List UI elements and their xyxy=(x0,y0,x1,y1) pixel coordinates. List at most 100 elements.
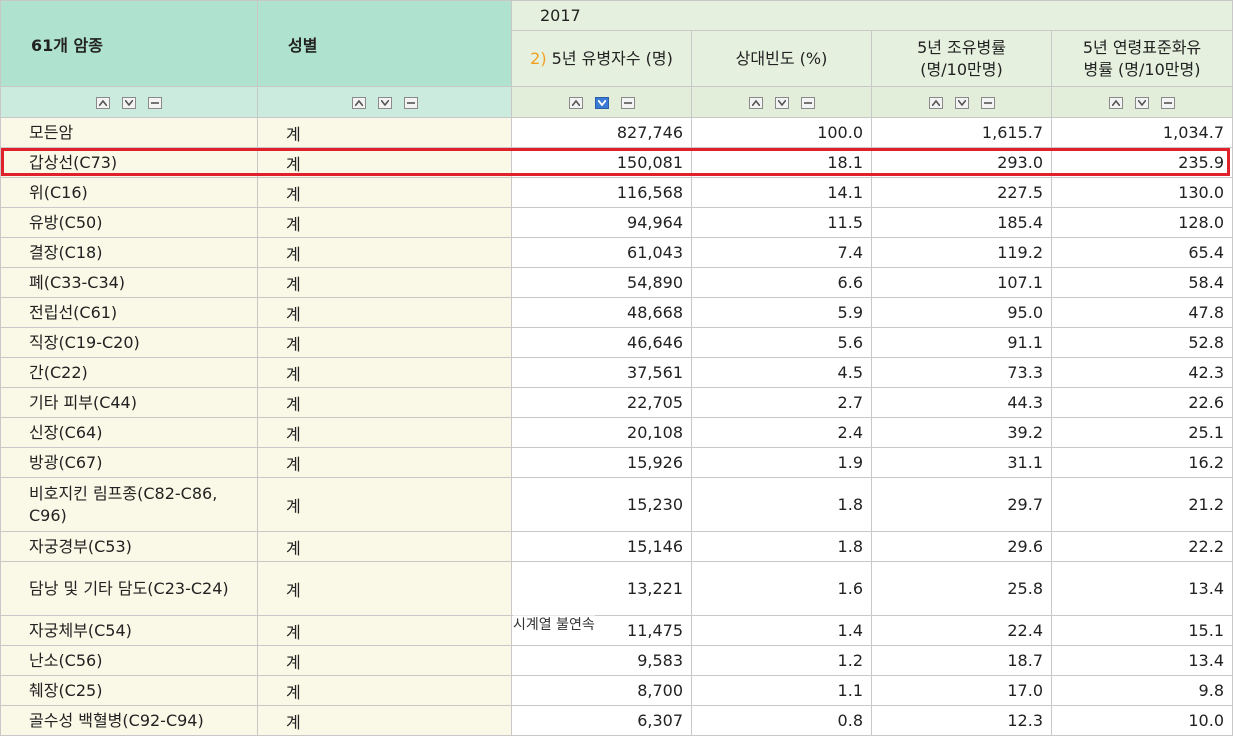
table-row[interactable]: 방광(C67) 계 15,926 1.9 31.1 16.2 xyxy=(0,447,1233,478)
cell-cancer: 전립선(C61) xyxy=(0,297,258,328)
cell-gender: 계 xyxy=(257,615,512,646)
table-row[interactable]: 담낭 및 기타 담도(C23-C24) 계 13,221 1.6 25.8 13.4 xyxy=(0,561,1233,616)
table-row[interactable]: 모든암 계 827,746 100.0 1,615.7 1,034.7 xyxy=(0,117,1233,148)
cell-relative: 1.8 xyxy=(691,477,872,532)
sort-up-icon[interactable] xyxy=(351,97,366,109)
cell-gender: 계 xyxy=(257,207,512,238)
table-row[interactable]: 자궁경부(C53) 계 15,146 1.8 29.6 22.2 xyxy=(0,531,1233,562)
sort-down-active-icon[interactable] xyxy=(594,97,609,109)
cell-gender: 계 xyxy=(257,705,512,736)
cell-gender: 계 xyxy=(257,387,512,418)
collapse-icon[interactable] xyxy=(620,97,635,109)
sort-controls-age-std xyxy=(1051,86,1233,118)
cell-gender: 계 xyxy=(257,645,512,676)
cell-gender: 계 xyxy=(257,417,512,448)
cell-prevalence: 22,705 xyxy=(511,387,692,418)
cell-cancer: 갑상선(C73) xyxy=(0,147,258,178)
cell-relative: 1.8 xyxy=(691,531,872,562)
cell-crude: 107.1 xyxy=(871,267,1052,298)
cell-relative: 100.0 xyxy=(691,117,872,148)
footnote-marker[interactable]: 2) xyxy=(530,49,546,68)
cell-crude: 227.5 xyxy=(871,177,1052,208)
cell-prevalence: 15,146 xyxy=(511,531,692,562)
table-row[interactable]: 골수성 백혈병(C92-C94) 계 6,307 0.8 12.3 10.0 xyxy=(0,705,1233,736)
cell-cancer: 방광(C67) xyxy=(0,447,258,478)
sort-down-icon[interactable] xyxy=(954,97,969,109)
table-row[interactable]: 갑상선(C73) 계 150,081 18.1 293.0 235.9 xyxy=(0,147,1233,178)
cell-relative: 11.5 xyxy=(691,207,872,238)
header-age-std[interactable]: 5년 연령표준화유 병률 (명/10만명) xyxy=(1051,30,1233,87)
cell-crude: 29.7 xyxy=(871,477,1052,532)
cell-gender: 계 xyxy=(257,147,512,178)
collapse-icon[interactable] xyxy=(403,97,418,109)
discontinuity-tooltip: 시계열 불연속 xyxy=(513,614,595,634)
cell-age-std: 47.8 xyxy=(1051,297,1233,328)
cell-prevalence: 61,043 xyxy=(511,237,692,268)
table-row[interactable]: 폐(C33-C34) 계 54,890 6.6 107.1 58.4 xyxy=(0,267,1233,298)
cell-cancer: 결장(C18) xyxy=(0,237,258,268)
cell-prevalence: 37,561 xyxy=(511,357,692,388)
cell-prevalence: 6,307 xyxy=(511,705,692,736)
cell-prevalence: 15,926 xyxy=(511,447,692,478)
table-row[interactable]: 비호지킨 림프종(C82-C86, C96) 계 15,230 1.8 29.7 21.2 xyxy=(0,477,1233,532)
cell-crude: 17.0 xyxy=(871,675,1052,706)
cell-cancer: 모든암 xyxy=(0,117,258,148)
cell-age-std: 235.9 xyxy=(1051,147,1233,178)
table-row[interactable]: 직장(C19-C20) 계 46,646 5.6 91.1 52.8 xyxy=(0,327,1233,358)
sort-up-icon[interactable] xyxy=(928,97,943,109)
header-gender[interactable]: 성별 xyxy=(257,0,512,87)
sort-up-icon[interactable] xyxy=(568,97,583,109)
cell-crude: 119.2 xyxy=(871,237,1052,268)
sort-down-icon[interactable] xyxy=(774,97,789,109)
table-row[interactable]: 기타 피부(C44) 계 22,705 2.7 44.3 22.6 xyxy=(0,387,1233,418)
header-crude[interactable]: 5년 조유병률 (명/10만명) xyxy=(871,30,1052,87)
table-row[interactable]: 신장(C64) 계 20,108 2.4 39.2 25.1 xyxy=(0,417,1233,448)
collapse-icon[interactable] xyxy=(1161,97,1175,109)
sort-down-icon[interactable] xyxy=(377,97,392,109)
cell-prevalence: 46,646 xyxy=(511,327,692,358)
cell-cancer: 자궁체부(C54) xyxy=(0,615,258,646)
header-cancer[interactable]: 61개 암종 xyxy=(0,0,258,87)
collapse-icon[interactable] xyxy=(148,97,162,109)
cell-cancer: 담낭 및 기타 담도(C23-C24) xyxy=(0,561,258,616)
cell-age-std: 42.3 xyxy=(1051,357,1233,388)
cell-crude: 31.1 xyxy=(871,447,1052,478)
cell-age-std: 58.4 xyxy=(1051,267,1233,298)
cell-age-std: 130.0 xyxy=(1051,177,1233,208)
cell-prevalence: 48,668 xyxy=(511,297,692,328)
header-prevalence[interactable]: 2) 5년 유병자수 (명) xyxy=(511,30,692,87)
cell-age-std: 15.1 xyxy=(1051,615,1233,646)
table-row[interactable]: 난소(C56) 계 9,583 1.2 18.7 13.4 xyxy=(0,645,1233,676)
cell-cancer: 난소(C56) xyxy=(0,645,258,676)
sort-up-icon[interactable] xyxy=(1109,97,1123,109)
header-relative[interactable]: 상대빈도 (%) xyxy=(691,30,872,87)
cell-prevalence: 9,583 xyxy=(511,645,692,676)
table-row[interactable]: 전립선(C61) 계 48,668 5.9 95.0 47.8 xyxy=(0,297,1233,328)
cell-age-std: 1,034.7 xyxy=(1051,117,1233,148)
cell-cancer: 직장(C19-C20) xyxy=(0,327,258,358)
sort-down-icon[interactable] xyxy=(1135,97,1149,109)
collapse-icon[interactable] xyxy=(980,97,995,109)
table-row[interactable]: 유방(C50) 계 94,964 11.5 185.4 128.0 xyxy=(0,207,1233,238)
sort-up-icon[interactable] xyxy=(748,97,763,109)
cell-age-std: 9.8 xyxy=(1051,675,1233,706)
table-row[interactable]: 간(C22) 계 37,561 4.5 73.3 42.3 xyxy=(0,357,1233,388)
prevalence-table: 61개 암종 성별 2017 2) 5년 유병자수 (명) 상대빈도 (%) 5… xyxy=(0,0,1233,736)
cell-relative: 1.9 xyxy=(691,447,872,478)
cell-relative: 5.9 xyxy=(691,297,872,328)
collapse-icon[interactable] xyxy=(800,97,815,109)
cell-prevalence: 827,746 xyxy=(511,117,692,148)
sort-down-icon[interactable] xyxy=(122,97,136,109)
table-row[interactable]: 결장(C18) 계 61,043 7.4 119.2 65.4 xyxy=(0,237,1233,268)
table-row[interactable]: 자궁체부(C54) 계 11,475 1.4 22.4 15.1 xyxy=(0,615,1233,646)
cell-age-std: 52.8 xyxy=(1051,327,1233,358)
cell-relative: 1.1 xyxy=(691,675,872,706)
cell-gender: 계 xyxy=(257,117,512,148)
table-row[interactable]: 위(C16) 계 116,568 14.1 227.5 130.0 xyxy=(0,177,1233,208)
cell-age-std: 13.4 xyxy=(1051,645,1233,676)
cell-age-std: 22.6 xyxy=(1051,387,1233,418)
table-row[interactable]: 췌장(C25) 계 8,700 1.1 17.0 9.8 xyxy=(0,675,1233,706)
stats-table-view: 61개 암종 성별 2017 2) 5년 유병자수 (명) 상대빈도 (%) 5… xyxy=(0,0,1233,739)
cell-relative: 7.4 xyxy=(691,237,872,268)
sort-up-icon[interactable] xyxy=(96,97,110,109)
